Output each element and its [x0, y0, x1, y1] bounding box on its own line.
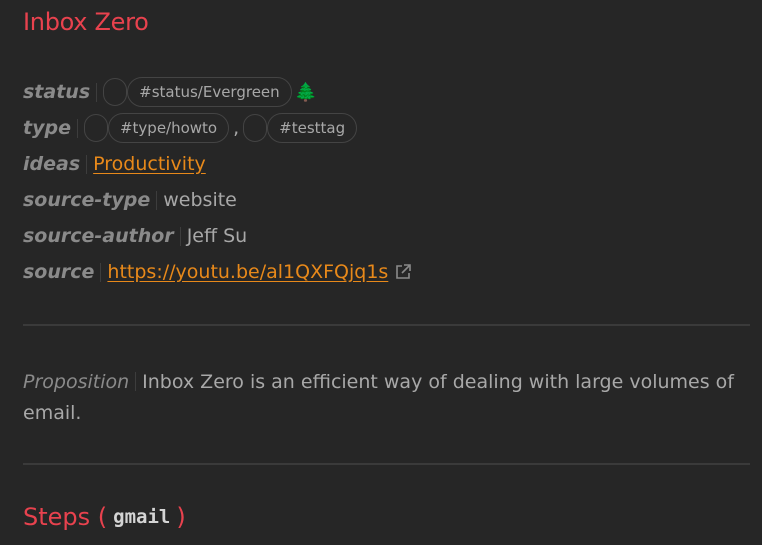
property-value-source-type: website	[163, 189, 237, 211]
property-divider	[86, 154, 88, 174]
property-divider	[96, 82, 98, 102]
evergreen-tree-icon: 🌲	[294, 81, 318, 103]
tag-testtag[interactable]: #testtag	[267, 113, 358, 143]
property-key-source-author: source-author	[23, 225, 174, 247]
property-ideas: ideas Productivity	[23, 147, 206, 181]
tag-separator: ,	[233, 117, 240, 139]
property-source: source https://youtu.be/al1QXFQjq1s	[23, 255, 412, 289]
source-url-link[interactable]: https://youtu.be/al1QXFQjq1s	[107, 261, 388, 283]
property-divider	[179, 226, 181, 246]
inline-code-gmail: gmail	[113, 506, 171, 528]
steps-heading-suffix: )	[176, 503, 186, 531]
link-productivity[interactable]: Productivity	[93, 153, 206, 175]
property-key-status: status	[23, 81, 91, 103]
property-type: type #type/howto , #testtag	[23, 111, 358, 145]
property-value-source-author: Jeff Su	[186, 225, 248, 247]
note-title: Inbox Zero	[23, 8, 149, 36]
property-divider	[100, 262, 102, 282]
empty-tag-pill[interactable]	[83, 114, 108, 142]
tag-status-evergreen[interactable]: #status/Evergreen	[127, 77, 292, 107]
property-key-ideas: ideas	[23, 153, 81, 175]
empty-tag-pill[interactable]	[103, 78, 128, 106]
property-status: status #status/Evergreen 🌲	[23, 75, 317, 109]
property-key-type: type	[23, 117, 71, 139]
property-key-source-type: source-type	[23, 189, 151, 211]
horizontal-rule	[23, 324, 750, 326]
external-link-icon[interactable]	[394, 263, 412, 281]
property-key-source: source	[23, 261, 95, 283]
property-divider	[156, 190, 158, 210]
steps-heading: Steps ( gmail )	[23, 503, 186, 531]
tag-type-howto[interactable]: #type/howto	[107, 113, 230, 143]
horizontal-rule	[23, 463, 750, 465]
steps-heading-prefix: Steps (	[23, 503, 108, 531]
proposition-label: Proposition	[23, 371, 130, 393]
property-divider	[135, 372, 137, 391]
empty-tag-pill[interactable]	[243, 114, 268, 142]
property-source-author: source-author Jeff Su	[23, 219, 247, 253]
property-source-type: source-type website	[23, 183, 237, 217]
property-divider	[76, 118, 78, 138]
proposition-block: Proposition Inbox Zero is an efficient wa…	[23, 367, 743, 429]
proposition-text: Inbox Zero is an efficient way of dealin…	[23, 371, 734, 424]
